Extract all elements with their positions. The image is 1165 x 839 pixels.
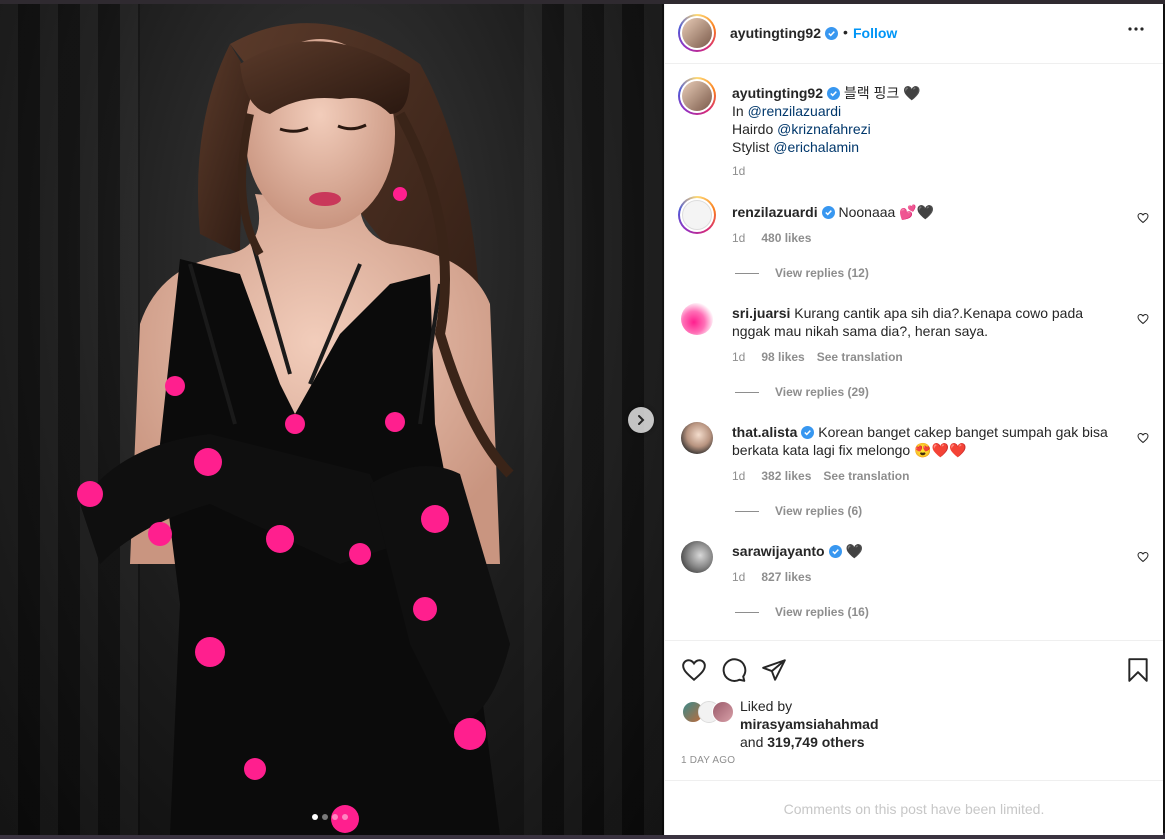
verified-icon xyxy=(825,27,839,40)
caption-time: 1d xyxy=(732,164,746,178)
next-photo-button[interactable] xyxy=(628,407,654,433)
comment-likes[interactable]: 480 likes xyxy=(761,231,811,245)
post-actions: Liked by mirasyamsiahahmad and 319,749 o… xyxy=(665,640,1163,781)
caption-username[interactable]: ayutingting92 xyxy=(732,85,823,101)
comment-text: Noonaaa 💕🖤 xyxy=(838,204,935,220)
post-side-panel: ayutingting92 • Follow ayutingting92 블랙 … xyxy=(664,4,1163,835)
comment-likes[interactable]: 98 likes xyxy=(761,350,804,364)
verified-icon xyxy=(827,87,841,100)
caption-mention-stylist[interactable]: @erichalamin xyxy=(773,139,859,155)
comments-limited-notice: Comments on this post have been limited. xyxy=(665,780,1163,836)
comment-avatar[interactable] xyxy=(681,422,713,454)
comment-likes[interactable]: 827 likes xyxy=(761,570,811,584)
comment-time: 1d xyxy=(732,350,746,364)
caption-mention-in[interactable]: @renzilazuardi xyxy=(748,103,842,119)
liked-by-others[interactable]: 319,749 others xyxy=(767,734,864,750)
caption-in-label: In xyxy=(732,103,744,119)
post-modal: ayutingting92 • Follow ayutingting92 블랙 … xyxy=(0,4,1163,835)
view-replies-button[interactable]: View replies (29) xyxy=(735,385,869,399)
caption-hairdo-label: Hairdo xyxy=(732,121,774,137)
carousel-dot xyxy=(322,814,328,820)
chevron-right-icon xyxy=(638,415,645,425)
carousel-dot xyxy=(312,814,318,820)
comment-time: 1d xyxy=(732,570,746,584)
see-translation-button[interactable]: See translation xyxy=(823,469,909,483)
caption-text: 블랙 핑크 🖤 xyxy=(843,85,921,101)
comment-username[interactable]: that.alista xyxy=(732,424,797,440)
caption-mention-hairdo[interactable]: @kriznafahrezi xyxy=(777,121,871,137)
verified-icon xyxy=(801,426,815,439)
caption-avatar[interactable] xyxy=(678,77,716,115)
caption-stylist-label: Stylist xyxy=(732,139,770,155)
post-timestamp[interactable]: 1 DAY AGO xyxy=(681,755,735,766)
replies-divider xyxy=(735,611,759,613)
replies-divider xyxy=(735,272,759,274)
liked-by-label: Liked by xyxy=(740,698,793,714)
replies-divider xyxy=(735,391,759,393)
comment-avatar[interactable] xyxy=(681,541,713,573)
follow-button[interactable]: Follow xyxy=(853,25,897,41)
liked-by-user[interactable]: mirasyamsiahahmad xyxy=(740,716,879,732)
carousel-dot xyxy=(342,814,348,820)
carousel-indicator xyxy=(312,814,348,820)
heart-icon[interactable] xyxy=(1137,313,1149,325)
see-translation-button[interactable]: See translation xyxy=(817,350,903,364)
verified-icon xyxy=(821,206,835,219)
view-replies-button[interactable]: View replies (6) xyxy=(735,504,862,518)
comment-likes[interactable]: 382 likes xyxy=(761,469,811,483)
comment-username[interactable]: sri.juarsi xyxy=(732,305,790,321)
post-header: ayutingting92 • Follow xyxy=(665,4,1163,64)
comment-time: 1d xyxy=(732,231,746,245)
author-avatar[interactable] xyxy=(678,14,716,52)
bookmark-icon[interactable] xyxy=(1125,657,1151,683)
comment-icon[interactable] xyxy=(721,657,747,683)
liked-by-avatars[interactable] xyxy=(682,701,736,723)
view-replies-button[interactable]: View replies (16) xyxy=(735,605,869,619)
heart-icon[interactable] xyxy=(1137,551,1149,563)
header-separator: • xyxy=(843,24,848,40)
replies-divider xyxy=(735,510,759,512)
comment-username[interactable]: renzilazuardi xyxy=(732,204,818,220)
heart-icon[interactable] xyxy=(1137,432,1149,444)
liked-by-and: and xyxy=(740,734,764,750)
heart-icon[interactable] xyxy=(681,657,707,683)
comment-text: 🖤 xyxy=(845,543,863,559)
author-username[interactable]: ayutingting92 xyxy=(730,25,839,41)
verified-icon xyxy=(828,545,842,558)
comment-time: 1d xyxy=(732,469,746,483)
view-replies-label: View replies (6) xyxy=(775,504,863,518)
heart-icon[interactable] xyxy=(1137,212,1149,224)
comment-avatar[interactable] xyxy=(681,303,713,335)
comment-avatar[interactable] xyxy=(678,196,716,234)
more-icon[interactable] xyxy=(1127,26,1145,32)
view-replies-label: View replies (16) xyxy=(775,605,869,619)
comments-list[interactable]: ayutingting92 블랙 핑크 🖤 In @renzilazuardi … xyxy=(665,64,1163,640)
post-photo xyxy=(77,23,514,835)
view-replies-button[interactable]: View replies (12) xyxy=(735,266,869,280)
share-icon[interactable] xyxy=(761,657,787,683)
view-replies-label: View replies (12) xyxy=(775,266,869,280)
post-media xyxy=(0,4,664,835)
carousel-dot xyxy=(332,814,338,820)
comment-username[interactable]: sarawijayanto xyxy=(732,543,825,559)
view-replies-label: View replies (29) xyxy=(775,385,869,399)
